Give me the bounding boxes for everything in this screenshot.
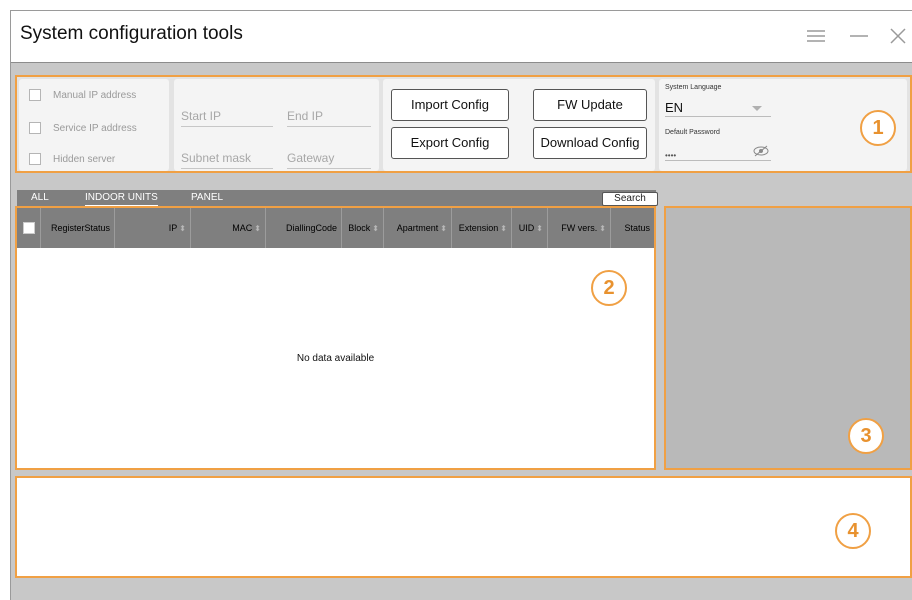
password-label: Default Password: [665, 129, 720, 136]
chevron-down-icon: [752, 106, 762, 111]
tab-all[interactable]: ALL: [31, 192, 49, 203]
col-fw-version-label: FW vers.: [561, 223, 598, 233]
log-region: 4: [15, 476, 912, 578]
col-dialling-code[interactable]: DiallingCode: [266, 208, 342, 248]
password-value: ••••: [665, 151, 677, 160]
ip-range-panel: Start IP End IP Subnet mask Gateway: [174, 79, 379, 171]
config-region: Manual IP address Service IP address Hid…: [15, 75, 912, 173]
download-config-button[interactable]: Download Config: [533, 127, 647, 159]
import-config-button[interactable]: Import Config: [391, 89, 509, 121]
config-actions-panel: Import Config Export Config FW Update Do…: [383, 79, 655, 171]
tab-panel[interactable]: PANEL: [191, 192, 223, 203]
hidden-server-option[interactable]: Hidden server: [29, 153, 115, 165]
language-select[interactable]: EN: [665, 99, 771, 117]
callout-badge-4: 4: [835, 513, 871, 549]
close-icon[interactable]: [885, 23, 911, 49]
col-mac-label: MAC: [232, 223, 253, 233]
col-uid-label: UID: [518, 223, 535, 233]
select-all-checkbox[interactable]: [22, 222, 35, 234]
hidden-server-checkbox[interactable]: [29, 153, 41, 165]
callout-badge-3: 3: [848, 418, 884, 454]
col-dialling-code-label: DiallingCode: [285, 223, 337, 233]
sort-icon: ⬍: [500, 223, 507, 233]
col-apartment-label: Apartment: [396, 223, 439, 233]
sort-icon: ⬍: [254, 223, 261, 233]
eye-icon[interactable]: [753, 145, 769, 157]
devices-table-region: RegisterStatus IP ⬍ MAC ⬍ DiallingCode Blo…: [15, 206, 656, 470]
col-status[interactable]: Status: [611, 208, 654, 248]
col-apartment[interactable]: Apartment ⬍: [384, 208, 452, 248]
gateway-field[interactable]: Gateway: [287, 151, 371, 169]
callout-badge-2: 2: [591, 270, 627, 306]
minimize-icon[interactable]: [846, 23, 872, 49]
app-window: System configuration tools Manual IP add…: [10, 10, 912, 600]
col-fw-version[interactable]: FW vers. ⬍: [548, 208, 611, 248]
menu-icon[interactable]: [803, 23, 829, 49]
window-title: System configuration tools: [20, 23, 243, 44]
col-status-label: Status: [624, 223, 650, 233]
col-ip-label: IP: [168, 223, 178, 233]
manual-ip-label: Manual IP address: [53, 89, 137, 101]
sort-icon: ⬍: [179, 223, 186, 233]
col-register-status[interactable]: RegisterStatus: [41, 208, 115, 248]
col-ip[interactable]: IP ⬍: [115, 208, 191, 248]
manual-ip-checkbox[interactable]: [29, 89, 41, 101]
col-block[interactable]: Block ⬍: [342, 208, 384, 248]
service-ip-label: Service IP address: [53, 122, 137, 134]
empty-table-message: No data available: [296, 353, 375, 364]
col-extension[interactable]: Extension ⬍: [452, 208, 512, 248]
hidden-server-label: Hidden server: [53, 153, 116, 165]
sort-icon: ⬍: [372, 223, 379, 233]
end-ip-field[interactable]: End IP: [287, 109, 371, 127]
col-mac[interactable]: MAC ⬍: [191, 208, 266, 248]
service-ip-checkbox[interactable]: [29, 122, 41, 134]
title-bar: System configuration tools: [11, 11, 912, 63]
service-ip-option[interactable]: Service IP address: [29, 122, 137, 134]
search-button[interactable]: Search: [602, 192, 658, 206]
table-header: RegisterStatus IP ⬍ MAC ⬍ DiallingCode Blo…: [17, 208, 654, 248]
select-all-cell: [17, 208, 41, 248]
password-field[interactable]: ••••: [665, 145, 771, 161]
sort-icon: ⬍: [440, 223, 447, 233]
ip-options-panel: Manual IP address Service IP address Hid…: [19, 79, 169, 171]
sort-icon: ⬍: [599, 223, 606, 233]
language-value: EN: [665, 100, 684, 115]
tab-indoor-units[interactable]: INDOOR UNITS: [85, 192, 158, 207]
subnet-mask-field[interactable]: Subnet mask: [181, 151, 273, 169]
col-uid[interactable]: UID ⬍: [512, 208, 548, 248]
export-config-button[interactable]: Export Config: [391, 127, 509, 159]
col-extension-label: Extension: [458, 223, 499, 233]
sort-icon: ⬍: [536, 223, 543, 233]
col-register-status-label: RegisterStatus: [50, 223, 110, 233]
start-ip-field[interactable]: Start IP: [181, 109, 273, 127]
language-label: System Language: [665, 84, 722, 91]
col-block-label: Block: [348, 223, 371, 233]
manual-ip-option[interactable]: Manual IP address: [29, 89, 136, 101]
fw-update-button[interactable]: FW Update: [533, 89, 647, 121]
detail-region: 3: [664, 206, 912, 470]
callout-badge-1: 1: [860, 110, 896, 146]
